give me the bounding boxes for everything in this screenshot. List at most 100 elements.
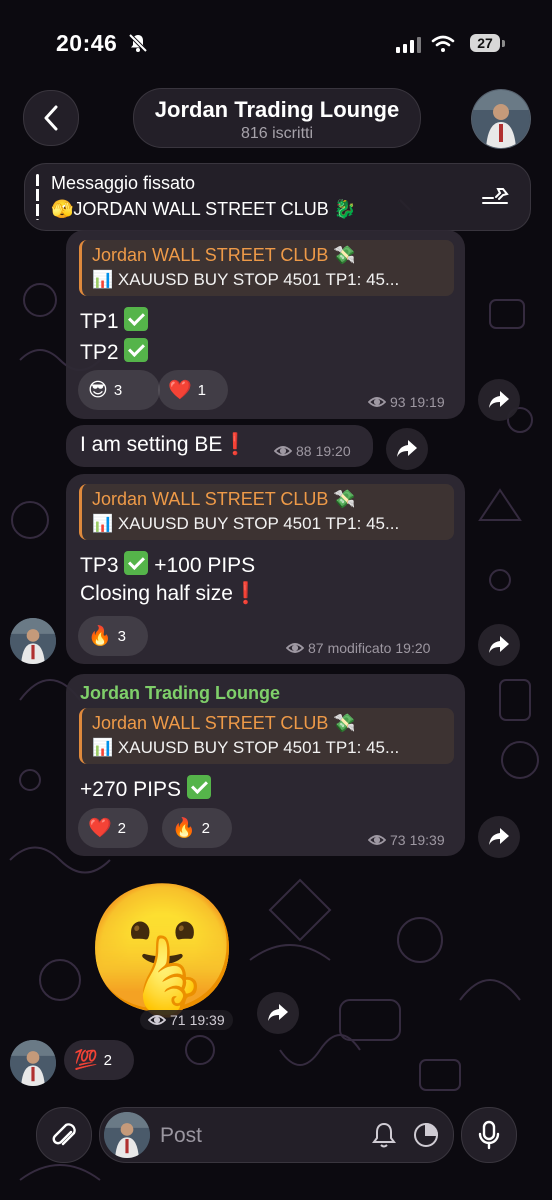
- message-input[interactable]: [158, 1120, 352, 1152]
- message-line: +270 PIPS: [80, 775, 211, 802]
- quote-text: 📊 XAUUSD BUY STOP 4501 TP1: 45...: [92, 738, 400, 757]
- message-text: TP3: [80, 554, 119, 577]
- message-text: TP2: [80, 341, 119, 364]
- eye-icon: [368, 835, 386, 845]
- message-text: +100 PIPS: [154, 554, 256, 577]
- channel-title: Jordan Trading Lounge: [154, 97, 400, 122]
- reply-quote[interactable]: Jordan WALL STREET CLUB 💸 📊 XAUUSD BUY S…: [79, 240, 454, 296]
- reaction-chip[interactable]: ❤️ 2: [78, 808, 148, 848]
- channel-avatar[interactable]: [471, 89, 531, 149]
- reaction-chip[interactable]: 🔥 2: [162, 808, 232, 848]
- pin-list-icon[interactable]: [481, 186, 509, 213]
- eye-icon: [274, 446, 292, 456]
- reaction-emoji: 🔥: [88, 626, 112, 647]
- message-text: +270 PIPS: [80, 778, 181, 801]
- eye-icon: [368, 397, 386, 407]
- reaction-emoji: 💯: [74, 1050, 98, 1071]
- reaction-chip[interactable]: 🔥 3: [78, 616, 148, 656]
- view-count: 73: [390, 832, 406, 848]
- reaction-chip[interactable]: ❤️ 1: [158, 370, 228, 410]
- reaction-emoji: ❤️: [88, 818, 112, 839]
- pinned-indicator: [36, 174, 39, 220]
- timer-icon[interactable]: [412, 1121, 440, 1154]
- view-count: 93: [390, 394, 406, 410]
- sender-avatar[interactable]: [10, 618, 56, 664]
- share-arrow-icon: [268, 1004, 288, 1021]
- message-bubble[interactable]: I am setting BE❗ 88 19:20: [66, 425, 373, 467]
- subscriber-count: 816 iscritti: [240, 125, 314, 142]
- exclamation-emoji: ❗: [222, 433, 249, 456]
- check-emoji: [124, 551, 149, 575]
- check-emoji: [124, 338, 149, 362]
- battery-tip: [502, 40, 505, 47]
- quote-text: 📊 XAUUSD BUY STOP 4501 TP1: 45...: [92, 514, 400, 533]
- battery-level: 27: [470, 34, 500, 52]
- share-arrow-icon: [489, 828, 509, 845]
- share-button[interactable]: [478, 624, 520, 666]
- message-time: 19:20: [315, 443, 351, 459]
- pinned-message-bar[interactable]: Messaggio fissato 🫣JORDAN WALL STREET CL…: [24, 163, 531, 231]
- check-emoji: [124, 307, 149, 331]
- eye-icon: [286, 643, 304, 653]
- message-meta: 93 19:19: [368, 394, 445, 410]
- sender-name[interactable]: Jordan Trading Lounge: [80, 683, 280, 704]
- pinned-title: Messaggio fissato: [51, 173, 196, 193]
- message-text: Closing half size: [80, 582, 233, 605]
- channel-title-pill[interactable]: Jordan Trading Lounge 816 iscritti: [133, 88, 421, 148]
- edited-label: modificato: [327, 640, 392, 656]
- bell-icon[interactable]: [372, 1122, 396, 1153]
- message-text: I am setting BE: [80, 433, 223, 456]
- share-arrow-icon: [397, 440, 417, 457]
- sticker-message[interactable]: 🤫: [84, 874, 241, 1024]
- share-button[interactable]: [386, 428, 428, 470]
- quote-title: Jordan WALL STREET CLUB 💸: [92, 489, 356, 509]
- reaction-emoji: 😎: [88, 379, 108, 401]
- signal-icon: [396, 37, 422, 58]
- wifi-icon: [431, 34, 455, 59]
- share-button[interactable]: [478, 816, 520, 858]
- reaction-emoji: ❤️: [168, 380, 192, 401]
- reaction-count: 3: [113, 381, 123, 399]
- message-time: 19:20: [395, 640, 431, 656]
- share-button[interactable]: [478, 379, 520, 421]
- message-line: TP1: [80, 307, 149, 334]
- reply-quote[interactable]: Jordan WALL STREET CLUB 💸 📊 XAUUSD BUY S…: [79, 708, 454, 764]
- sender-avatar[interactable]: [10, 1040, 56, 1086]
- eye-icon: [148, 1015, 166, 1025]
- share-arrow-icon: [489, 636, 509, 653]
- voice-message-button[interactable]: [461, 1107, 517, 1163]
- shushing-face-sticker: 🤫: [84, 878, 241, 1019]
- status-bar: 20:46 27: [0, 0, 552, 80]
- message-meta: 88 19:20: [274, 443, 351, 459]
- message-line: TP2: [80, 338, 149, 365]
- message-meta: 73 19:39: [368, 832, 445, 848]
- message-line: I am setting BE❗: [80, 433, 249, 457]
- message-line: Closing half size❗: [80, 582, 259, 606]
- message-bubble[interactable]: Jordan Trading Lounge Jordan WALL STREET…: [66, 674, 465, 856]
- status-time: 20:46: [56, 30, 118, 56]
- message-bubble[interactable]: Jordan WALL STREET CLUB 💸 📊 XAUUSD BUY S…: [66, 474, 465, 664]
- attach-button[interactable]: [36, 1107, 92, 1163]
- send-as-avatar[interactable]: [104, 1112, 150, 1158]
- check-emoji: [186, 775, 211, 799]
- reaction-count: 2: [117, 819, 127, 837]
- back-button[interactable]: [23, 90, 79, 146]
- reaction-emoji: 🔥: [172, 818, 196, 839]
- view-count: 88: [296, 443, 312, 459]
- message-meta: 71 19:39: [140, 1010, 233, 1030]
- microphone-icon: [478, 1120, 500, 1150]
- back-chevron-icon: [44, 105, 58, 131]
- reply-quote[interactable]: Jordan WALL STREET CLUB 💸 📊 XAUUSD BUY S…: [79, 484, 454, 540]
- message-bubble[interactable]: Jordan WALL STREET CLUB 💸 📊 XAUUSD BUY S…: [66, 230, 465, 419]
- reaction-chip[interactable]: 💯 2: [64, 1040, 134, 1080]
- quote-title: Jordan WALL STREET CLUB 💸: [92, 713, 356, 733]
- pinned-text: 🫣JORDAN WALL STREET CLUB 🐉: [51, 199, 357, 219]
- reaction-count: 1: [197, 381, 207, 399]
- message-time: 19:19: [409, 394, 445, 410]
- reaction-chip[interactable]: 😎 3: [78, 370, 160, 410]
- bell-slash-icon: [128, 33, 148, 58]
- message-composer[interactable]: [99, 1107, 454, 1163]
- exclamation-emoji: ❗: [232, 582, 260, 605]
- message-time: 19:39: [409, 832, 445, 848]
- share-button[interactable]: [257, 992, 299, 1034]
